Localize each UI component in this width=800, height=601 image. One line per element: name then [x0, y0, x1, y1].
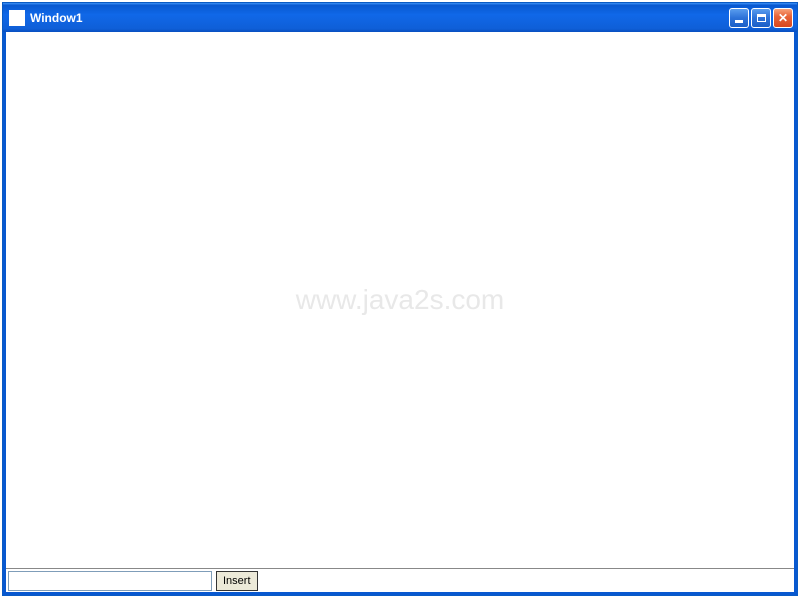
watermark-text: www.java2s.com — [296, 284, 505, 316]
app-icon — [9, 10, 25, 26]
window-title: Window1 — [30, 11, 729, 25]
application-window: Window1 ✕ www.java2s.com Insert — [2, 2, 798, 596]
bottom-panel: Insert — [6, 568, 794, 592]
close-icon: ✕ — [778, 12, 788, 24]
maximize-button[interactable] — [751, 8, 771, 28]
minimize-button[interactable] — [729, 8, 749, 28]
main-content: www.java2s.com — [6, 32, 794, 568]
maximize-icon — [757, 14, 766, 22]
minimize-icon — [735, 20, 743, 23]
window-controls: ✕ — [729, 8, 793, 28]
insert-button[interactable]: Insert — [216, 571, 258, 591]
titlebar[interactable]: Window1 ✕ — [3, 3, 797, 32]
client-area: www.java2s.com Insert — [3, 32, 797, 595]
text-input[interactable] — [8, 571, 212, 591]
close-button[interactable]: ✕ — [773, 8, 793, 28]
